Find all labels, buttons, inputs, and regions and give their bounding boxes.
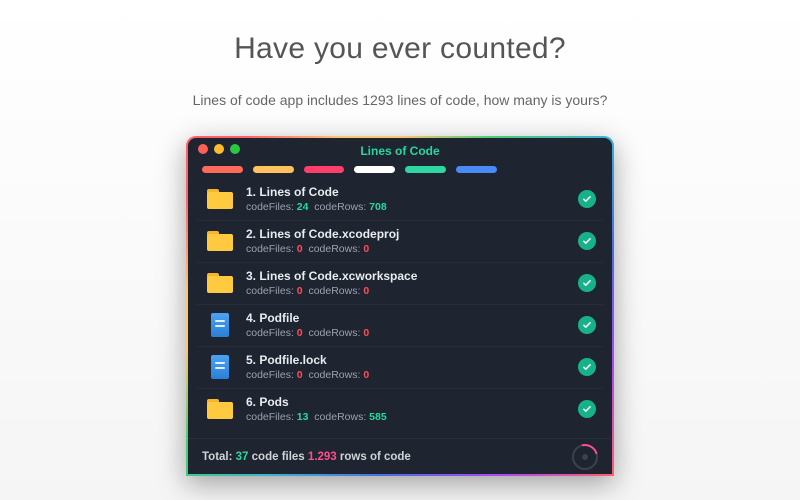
row-subtitle: codeFiles: 13 codeRows: 585 [246, 411, 578, 423]
file-icon [204, 310, 236, 340]
color-pill[interactable] [202, 166, 243, 173]
results-list: 1. Lines of Code codeFiles: 24 codeRows: … [188, 179, 612, 438]
summary-footer: Total: 37 code files 1.293 rows of code [188, 438, 612, 474]
list-item[interactable]: 4. Podfile codeFiles: 0 codeRows: 0 [196, 304, 604, 346]
check-icon [578, 400, 596, 418]
row-subtitle: codeFiles: 0 codeRows: 0 [246, 243, 578, 255]
folder-icon [204, 268, 236, 298]
row-text: 5. Podfile.lock codeFiles: 0 codeRows: 0 [246, 353, 578, 381]
total-label: Total: [202, 451, 232, 463]
refresh-button[interactable] [572, 444, 598, 470]
color-pill[interactable] [456, 166, 497, 173]
total-files-value: 37 [236, 451, 249, 463]
list-item[interactable]: 3. Lines of Code.xcworkspace codeFiles: 0… [196, 262, 604, 304]
row-subtitle: codeFiles: 24 codeRows: 708 [246, 201, 578, 213]
total-files-unit: code files [252, 451, 305, 463]
window-titlebar: Lines of Code [188, 138, 612, 160]
color-pill[interactable] [354, 166, 395, 173]
color-pill[interactable] [557, 166, 598, 173]
row-text: 4. Podfile codeFiles: 0 codeRows: 0 [246, 311, 578, 339]
folder-icon [204, 226, 236, 256]
list-item[interactable]: 1. Lines of Code codeFiles: 24 codeRows: … [196, 179, 604, 220]
refresh-icon [582, 454, 588, 460]
page-headline: Have you ever counted? [234, 32, 566, 66]
page-subheadline: Lines of code app includes 1293 lines of… [193, 92, 608, 108]
row-title: 4. Podfile [246, 311, 578, 325]
close-icon[interactable] [198, 144, 208, 154]
minimize-icon[interactable] [214, 144, 224, 154]
row-subtitle: codeFiles: 0 codeRows: 0 [246, 327, 578, 339]
row-title: 1. Lines of Code [246, 185, 578, 199]
row-subtitle: codeFiles: 0 codeRows: 0 [246, 369, 578, 381]
color-pill[interactable] [253, 166, 294, 173]
row-text: 2. Lines of Code.xcodeproj codeFiles: 0 c… [246, 227, 578, 255]
row-text: 6. Pods codeFiles: 13 codeRows: 585 [246, 395, 578, 423]
list-item[interactable]: 6. Pods codeFiles: 13 codeRows: 585 [196, 388, 604, 430]
total-rows-value: 1.293 [308, 451, 337, 463]
row-title: 2. Lines of Code.xcodeproj [246, 227, 578, 241]
folder-icon [204, 184, 236, 214]
file-icon [204, 352, 236, 382]
color-pill[interactable] [507, 166, 548, 173]
color-pill-row [188, 160, 612, 179]
row-text: 3. Lines of Code.xcworkspace codeFiles: 0… [246, 269, 578, 297]
folder-icon [204, 394, 236, 424]
zoom-icon[interactable] [230, 144, 240, 154]
check-icon [578, 316, 596, 334]
check-icon [578, 190, 596, 208]
color-pill[interactable] [304, 166, 345, 173]
row-title: 3. Lines of Code.xcworkspace [246, 269, 578, 283]
check-icon [578, 274, 596, 292]
list-item[interactable]: 2. Lines of Code.xcodeproj codeFiles: 0 c… [196, 220, 604, 262]
check-icon [578, 358, 596, 376]
list-item[interactable]: 5. Podfile.lock codeFiles: 0 codeRows: 0 [196, 346, 604, 388]
row-title: 6. Pods [246, 395, 578, 409]
row-title: 5. Podfile.lock [246, 353, 578, 367]
total-rows-unit: rows of code [340, 451, 411, 463]
window-title: Lines of Code [188, 144, 612, 158]
row-text: 1. Lines of Code codeFiles: 24 codeRows: … [246, 185, 578, 213]
color-pill[interactable] [405, 166, 446, 173]
app-window: Lines of Code 1. Lines of Code codeFiles:… [186, 136, 614, 476]
check-icon [578, 232, 596, 250]
row-subtitle: codeFiles: 0 codeRows: 0 [246, 285, 578, 297]
window-traffic-lights[interactable] [198, 144, 240, 154]
